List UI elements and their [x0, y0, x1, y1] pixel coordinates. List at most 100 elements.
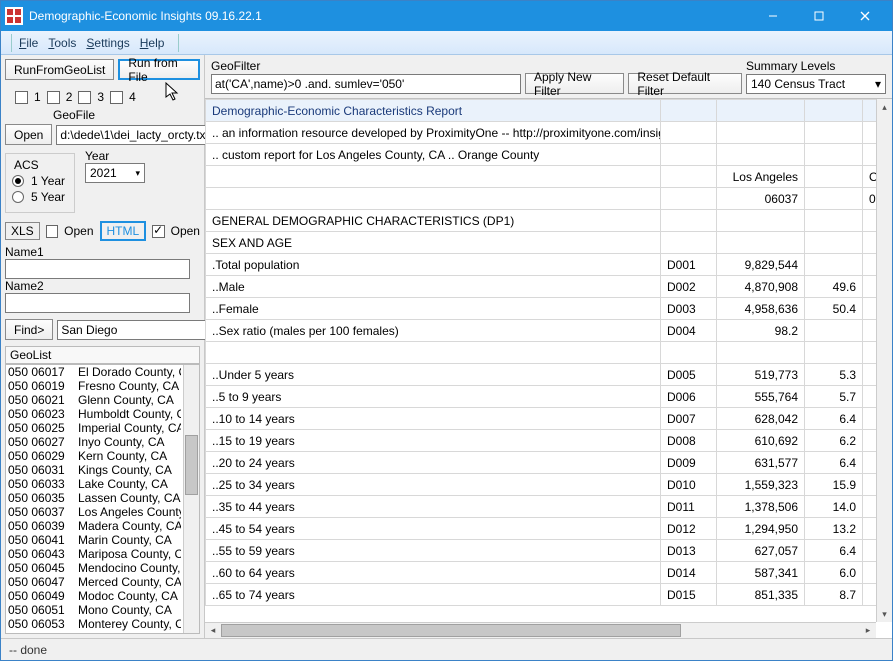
titlebar[interactable]: Demographic-Economic Insights 09.16.22.1: [1, 1, 892, 31]
geolist-row[interactable]: 050 06031Kings County, CA: [6, 463, 183, 477]
geolist-row[interactable]: 050 06033Lake County, CA: [6, 477, 183, 491]
geolist-code: 050 06033: [8, 477, 78, 491]
geolist-name: Modoc County, CA: [78, 589, 181, 603]
grid-row[interactable]: ..5 to 9 yearsD006555,7645.7: [206, 386, 893, 408]
data-grid: Demographic-Economic Characteristics Rep…: [205, 98, 892, 638]
row-code: D004: [661, 320, 717, 342]
grid-row[interactable]: ..FemaleD0034,958,63650.41,: [206, 298, 893, 320]
menu-tools[interactable]: Tools: [48, 36, 76, 50]
geolist-row[interactable]: 050 06023Humboldt County, CA: [6, 407, 183, 421]
menu-file[interactable]: File: [19, 36, 38, 50]
geolist-row[interactable]: 050 06051Mono County, CA: [6, 603, 183, 617]
row-value-2: [805, 254, 863, 276]
geolist-name: Madera County, CA: [78, 519, 181, 533]
geolist-row[interactable]: 050 06025Imperial County, CA: [6, 421, 183, 435]
geolist-row[interactable]: 050 06055Napa County, CA: [6, 631, 183, 633]
reset-filter-button[interactable]: Reset Default Filter: [628, 73, 742, 94]
geolist-row[interactable]: 050 06039Madera County, CA: [6, 519, 183, 533]
geolist-row[interactable]: 050 06029Kern County, CA: [6, 449, 183, 463]
menu-help[interactable]: Help: [140, 36, 165, 50]
geolist-row[interactable]: 050 06045Mendocino County, CA: [6, 561, 183, 575]
geolist-row[interactable]: 050 06021Glenn County, CA: [6, 393, 183, 407]
apply-filter-button[interactable]: Apply New Filter: [525, 73, 624, 94]
grid-row[interactable]: .Total populationD0019,829,5443,: [206, 254, 893, 276]
minimize-button[interactable]: [750, 1, 796, 31]
geofile-path-input[interactable]: [56, 125, 219, 145]
row-value-1: 4,958,636: [717, 298, 805, 320]
scrollbar-thumb[interactable]: [185, 435, 198, 495]
grid-row[interactable]: ..65 to 74 yearsD015851,3358.7: [206, 584, 893, 606]
geolist-code: 050 06027: [8, 435, 78, 449]
geolist-row[interactable]: 050 06035Lassen County, CA: [6, 491, 183, 505]
row-code: D012: [661, 518, 717, 540]
geolist-row[interactable]: 050 06043Mariposa County, CA: [6, 547, 183, 561]
geolist-code: 050 06037: [8, 505, 78, 519]
html-open-checkbox[interactable]: [152, 225, 164, 238]
xls-open-checkbox[interactable]: [46, 225, 58, 238]
find-input[interactable]: [57, 320, 220, 340]
name2-input[interactable]: [5, 293, 190, 313]
geolist-row[interactable]: 050 06049Modoc County, CA: [6, 589, 183, 603]
acs-1year-radio[interactable]: [12, 175, 24, 187]
grid-row[interactable]: ..MaleD0024,870,90849.61,: [206, 276, 893, 298]
geolist-row[interactable]: 050 06047Merced County, CA: [6, 575, 183, 589]
close-button[interactable]: [842, 1, 888, 31]
menu-settings[interactable]: Settings: [86, 36, 129, 50]
grid-row[interactable]: ..35 to 44 yearsD0111,378,50614.0: [206, 496, 893, 518]
geolist-code: 050 06045: [8, 561, 78, 575]
geolist-row[interactable]: 050 06019Fresno County, CA: [6, 379, 183, 393]
row-value-1: 9,829,544: [717, 254, 805, 276]
geolist-row[interactable]: 050 06027Inyo County, CA: [6, 435, 183, 449]
geolist-row[interactable]: 050 06017El Dorado County, CA: [6, 365, 183, 379]
scrollbar-thumb[interactable]: [221, 624, 681, 637]
scroll-up-icon[interactable]: ▴: [877, 99, 892, 115]
open-geofile-button[interactable]: Open: [5, 124, 52, 145]
grid-row[interactable]: [206, 342, 893, 364]
checkbox-1[interactable]: [15, 91, 28, 104]
run-from-geolist-button[interactable]: RunFromGeoList: [5, 59, 114, 80]
row-code: D007: [661, 408, 717, 430]
row-label: ..Female: [206, 298, 661, 320]
grid-horizontal-scrollbar[interactable]: ◂▸: [205, 622, 876, 638]
grid-row[interactable]: ..60 to 64 yearsD014587,3416.0: [206, 562, 893, 584]
geolist-code: 050 06051: [8, 603, 78, 617]
grid-row[interactable]: ..25 to 34 yearsD0101,559,32315.9: [206, 474, 893, 496]
geolist-row[interactable]: 050 06053Monterey County, CA: [6, 617, 183, 631]
grid-row[interactable]: ..10 to 14 yearsD007628,0426.4: [206, 408, 893, 430]
scroll-left-icon[interactable]: ◂: [205, 625, 221, 636]
year-select[interactable]: 2021▾: [85, 163, 145, 183]
name1-input[interactable]: [5, 259, 190, 279]
grid-vertical-scrollbar[interactable]: ▴▾: [876, 99, 892, 622]
summary-levels-label: Summary Levels: [746, 59, 886, 73]
geolist-name: Inyo County, CA: [78, 435, 181, 449]
geolist-row[interactable]: 050 06037Los Angeles County, CA: [6, 505, 183, 519]
grid-row[interactable]: ..55 to 59 yearsD013627,0576.4: [206, 540, 893, 562]
geolist-row[interactable]: 050 06041Marin County, CA: [6, 533, 183, 547]
geolist[interactable]: 050 06017El Dorado County, CA050 06019Fr…: [5, 364, 200, 634]
scroll-right-icon[interactable]: ▸: [860, 625, 876, 636]
find-button[interactable]: Find>: [5, 319, 53, 340]
grid-row[interactable]: ..15 to 19 yearsD008610,6926.2: [206, 430, 893, 452]
checkbox-4[interactable]: [110, 91, 123, 104]
row-label: ..20 to 24 years: [206, 452, 661, 474]
geolist-code: 050 06041: [8, 533, 78, 547]
html-button[interactable]: HTML: [100, 221, 147, 241]
checkbox-3[interactable]: [78, 91, 91, 104]
scroll-down-icon[interactable]: ▾: [877, 606, 892, 622]
geolist-scrollbar[interactable]: [183, 365, 199, 633]
maximize-button[interactable]: [796, 1, 842, 31]
checkbox-2[interactable]: [47, 91, 60, 104]
row-label: ..Sex ratio (males per 100 females): [206, 320, 661, 342]
grid-row[interactable]: ..45 to 54 yearsD0121,294,95013.2: [206, 518, 893, 540]
run-from-file-button[interactable]: Run from File: [118, 59, 200, 80]
grid-row[interactable]: ..Sex ratio (males per 100 females)D0049…: [206, 320, 893, 342]
grid-row[interactable]: ..20 to 24 yearsD009631,5776.4: [206, 452, 893, 474]
row-code: D010: [661, 474, 717, 496]
geofilter-input[interactable]: [211, 74, 521, 94]
acs-5year-radio[interactable]: [12, 191, 24, 203]
summary-levels-select[interactable]: 140 Census Tract▾: [746, 74, 886, 94]
grid-row[interactable]: ..Under 5 yearsD005519,7735.3: [206, 364, 893, 386]
section-header: GENERAL DEMOGRAPHIC CHARACTERISTICS (DP1…: [206, 210, 661, 232]
geolist-code: 050 06049: [8, 589, 78, 603]
xls-button[interactable]: XLS: [5, 222, 40, 240]
